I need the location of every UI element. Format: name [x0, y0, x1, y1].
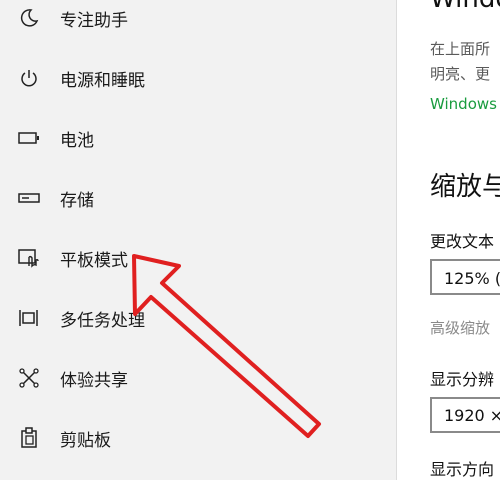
sidebar-item-label: 剪贴板: [60, 430, 111, 451]
sidebar-item-label: 专注助手: [60, 10, 128, 31]
shared-experiences-icon: [18, 367, 40, 389]
orientation-label: 显示方向: [430, 460, 495, 479]
sidebar-item-battery[interactable]: 电池: [0, 112, 396, 164]
windows-hd-color-link[interactable]: Windows: [430, 95, 497, 113]
sidebar-item-label: 体验共享: [60, 370, 128, 391]
sidebar-item-label: 平板模式: [60, 250, 128, 271]
sidebar-item-tablet-mode[interactable]: 平板模式: [0, 232, 396, 284]
scale-layout-heading: 缩放与: [430, 172, 500, 202]
sidebar-item-multitasking[interactable]: 多任务处理: [0, 292, 396, 344]
advanced-scaling-link[interactable]: 高级缩放: [430, 317, 490, 338]
description-line-1: 在上面所: [430, 40, 491, 58]
storage-icon: [18, 187, 40, 209]
content-pane: Windo 在上面所 明亮、更 Windows 缩放与 更改文本 125% (推…: [397, 0, 500, 480]
sidebar-item-focus-assist[interactable]: 专注助手: [0, 0, 396, 44]
sidebar-item-label: 电源和睡眠: [60, 70, 145, 91]
sidebar: 专注助手 电源和睡眠 电池 存储 平板模式 多任务处理 体验共享 剪贴板: [0, 0, 396, 480]
battery-icon: [18, 127, 40, 149]
sidebar-item-label: 存储: [60, 190, 94, 211]
sidebar-item-label: 电池: [60, 130, 94, 151]
resolution-dropdown[interactable]: 1920 ×: [430, 397, 500, 433]
sidebar-item-label: 多任务处理: [60, 310, 145, 331]
sidebar-item-power-sleep[interactable]: 电源和睡眠: [0, 52, 396, 104]
clipboard-icon: [18, 427, 40, 449]
tablet-mode-icon: [18, 247, 40, 269]
sidebar-item-storage[interactable]: 存储: [0, 172, 396, 224]
settings-window: 专注助手 电源和睡眠 电池 存储 平板模式 多任务处理 体验共享 剪贴板 在上面…: [0, 0, 500, 480]
text-size-dropdown[interactable]: 125% (推: [430, 259, 500, 295]
power-icon: [18, 67, 40, 89]
page-title: Windo: [430, 0, 500, 14]
sidebar-item-clipboard[interactable]: 剪贴板: [0, 412, 396, 464]
multitasking-icon: [18, 307, 40, 329]
resolution-label: 显示分辨: [430, 370, 495, 389]
moon-icon: [18, 7, 40, 29]
description-line-2: 明亮、更: [430, 65, 491, 83]
sidebar-item-shared-experiences[interactable]: 体验共享: [0, 352, 396, 404]
text-size-label: 更改文本: [430, 232, 495, 251]
